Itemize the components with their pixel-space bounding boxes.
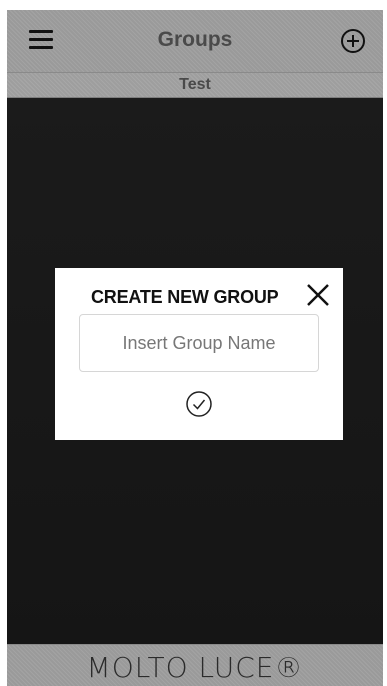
check-circle-icon[interactable] xyxy=(185,390,213,418)
dialog-title: CREATE NEW GROUP xyxy=(91,287,279,307)
add-circle-icon[interactable] xyxy=(340,28,366,54)
footer-bar: MOLTO LUCE® xyxy=(7,644,383,686)
close-icon[interactable] xyxy=(305,282,331,308)
current-group-bar: Test xyxy=(7,73,383,98)
app-frame: Groups Test CREATE NEW GROUP MO xyxy=(7,10,383,686)
group-name-input[interactable] xyxy=(79,314,319,372)
page-title: Groups xyxy=(157,28,233,51)
header-bar: Groups xyxy=(7,10,383,73)
create-group-dialog: CREATE NEW GROUP xyxy=(55,268,343,440)
brand-logo: MOLTO LUCE® xyxy=(86,651,304,684)
